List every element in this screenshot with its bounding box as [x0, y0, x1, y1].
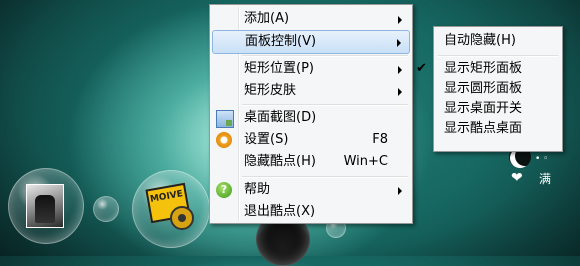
help-icon: ?	[216, 182, 232, 198]
decorative-bubble	[93, 196, 119, 222]
submenu-item-auto-hide[interactable]: 自动隐藏(H)	[436, 30, 560, 52]
menu-item-rect-position[interactable]: 矩形位置(P)	[212, 58, 410, 80]
context-menu: 添加(A) 面板控制(V) 矩形位置(P) 矩形皮肤 桌面截图(D) 设置(S)…	[209, 4, 413, 224]
menu-separator	[438, 55, 558, 57]
menu-item-desktop-capture[interactable]: 桌面截图(D)	[212, 107, 410, 129]
submenu-item-show-desktop-switch[interactable]: 显示桌面开关	[436, 98, 560, 120]
menu-item-rect-skin[interactable]: 矩形皮肤	[212, 80, 410, 102]
menu-separator	[242, 104, 408, 106]
check-icon: ✔	[416, 61, 427, 76]
film-reel-icon	[170, 206, 194, 230]
capture-icon	[216, 110, 234, 128]
stars-icon: • ◦	[535, 154, 549, 164]
widget-label: 满	[539, 172, 552, 186]
menu-item-add[interactable]: 添加(A)	[212, 8, 410, 30]
menu-item-exit[interactable]: 退出酷点(X)	[212, 201, 410, 223]
submenu-item-show-circle-panel[interactable]: 显示圆形面板	[436, 78, 560, 100]
submenu-item-show-rect-panel[interactable]: ✔ 显示矩形面板	[416, 58, 560, 80]
menu-item-hide[interactable]: 隐藏酷点(H) Win+C	[212, 151, 410, 173]
submenu-arrow-icon	[398, 88, 402, 96]
submenu-arrow-icon	[398, 187, 402, 195]
movie-folder-icon[interactable]: MOIVE	[145, 180, 194, 230]
panel-control-submenu: 自动隐藏(H) ✔ 显示矩形面板 显示圆形面板 显示桌面开关 显示酷点桌面	[416, 26, 563, 152]
menu-item-help[interactable]: ? 帮助	[212, 179, 410, 201]
menu-item-settings[interactable]: 设置(S) F8	[212, 129, 410, 151]
menu-item-panel-control[interactable]: 面板控制(V)	[212, 30, 410, 54]
menu-separator	[242, 55, 408, 57]
menu-separator	[242, 176, 408, 178]
heart-icon: ❤	[511, 170, 523, 186]
submenu-item-show-desktop[interactable]: 显示酷点桌面	[436, 118, 560, 140]
submenu-arrow-icon	[397, 39, 401, 47]
submenu-arrow-icon	[398, 66, 402, 74]
movie-thumbnail-icon[interactable]	[26, 184, 64, 228]
submenu-arrow-icon	[398, 16, 402, 24]
gear-icon	[216, 132, 232, 148]
